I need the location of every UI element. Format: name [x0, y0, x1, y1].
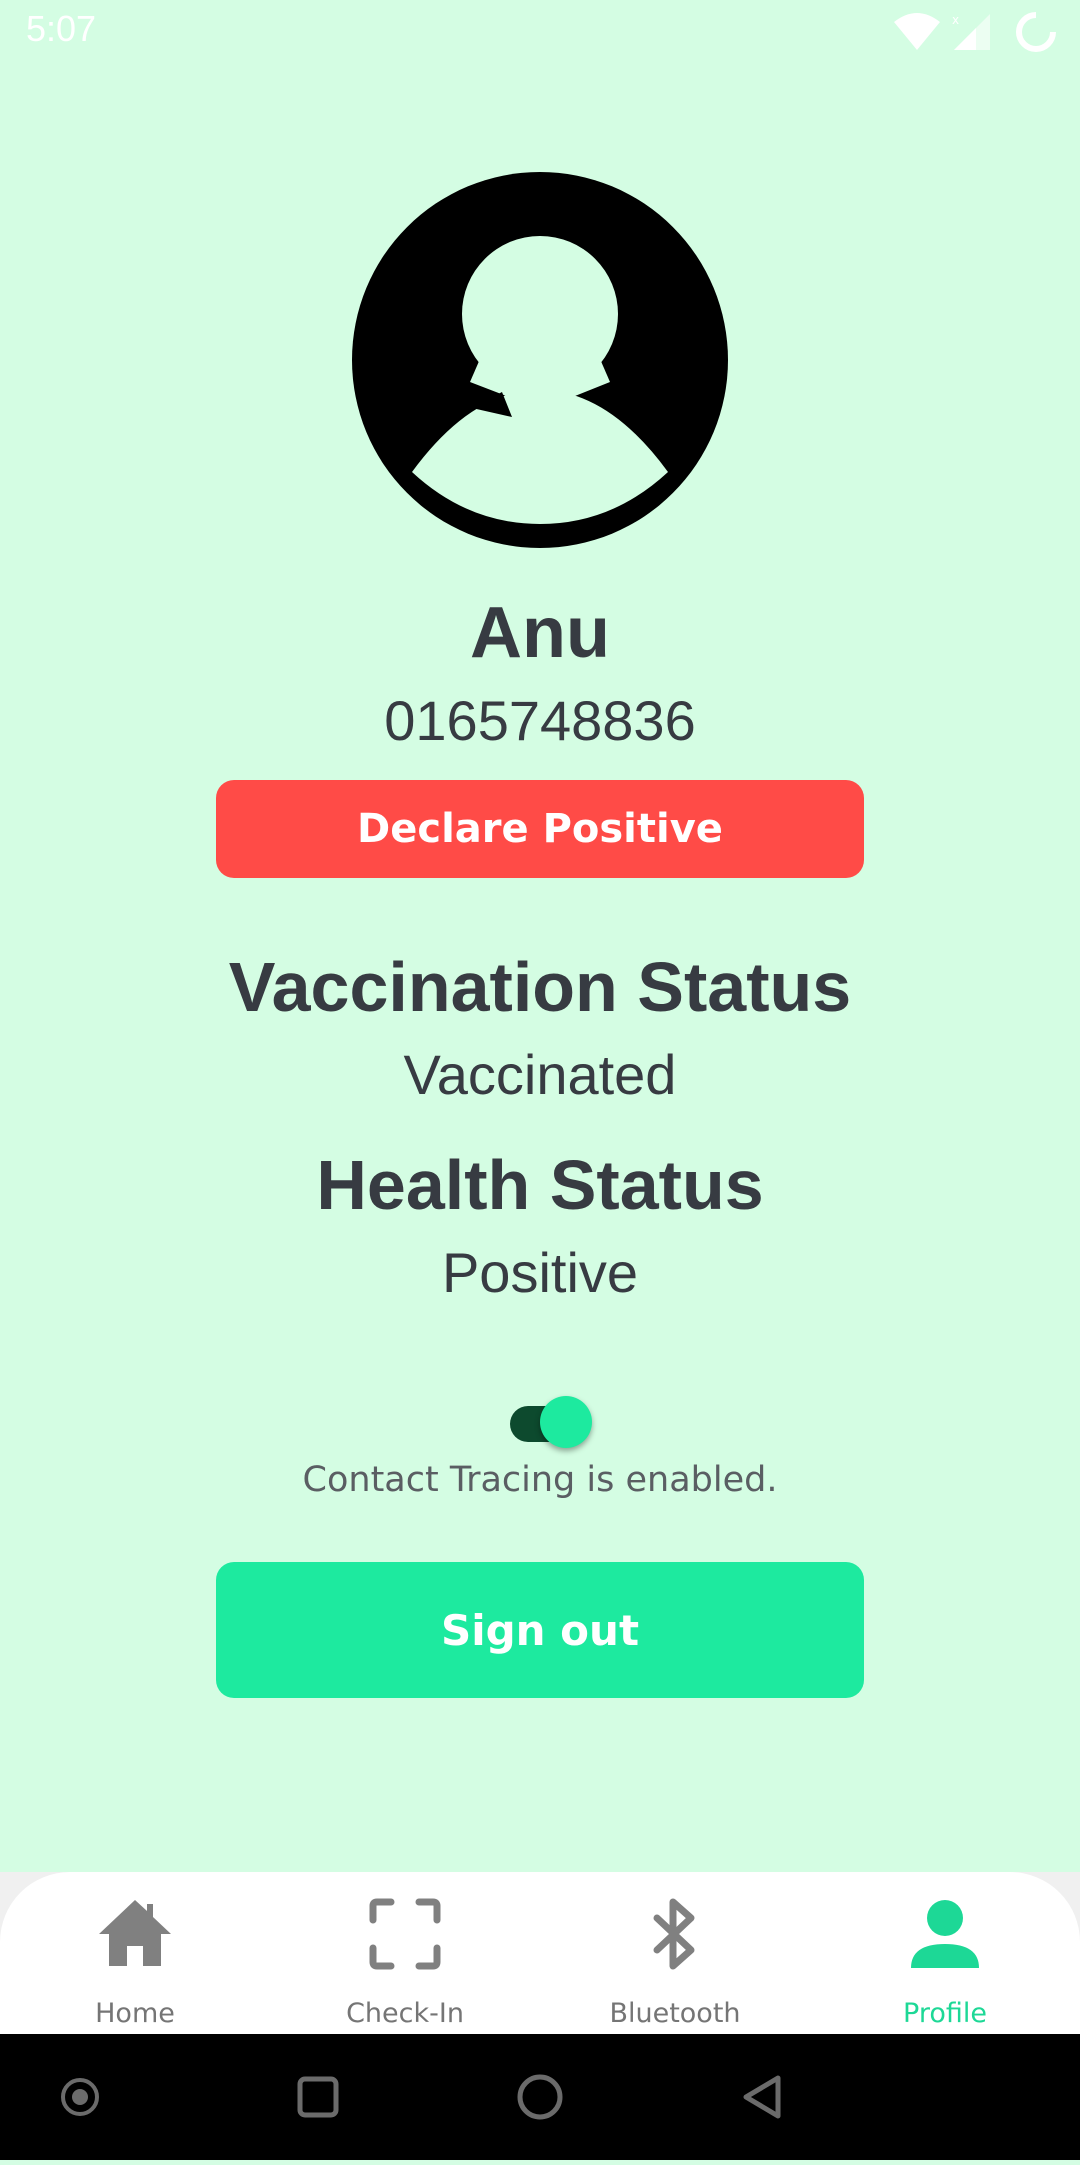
svg-text:x: x [952, 13, 959, 27]
system-back-button[interactable] [712, 2034, 812, 2160]
system-dot-button[interactable] [30, 2034, 130, 2160]
nav-profile[interactable]: Profile [810, 1872, 1080, 2034]
wifi-icon [894, 13, 940, 50]
bluetooth-icon [653, 1898, 695, 1970]
toggle-thumb [540, 1396, 592, 1448]
status-icons: x [892, 10, 1062, 54]
cell-signal-icon: x [952, 13, 990, 50]
contact-tracing-label: Contact Tracing is enabled. [302, 1460, 778, 1500]
nav-bluetooth[interactable]: Bluetooth [540, 1872, 810, 2034]
declare-positive-button[interactable]: Declare Positive [216, 780, 864, 878]
profile-phone: 0165748836 [384, 689, 696, 752]
system-recents-button[interactable] [268, 2034, 368, 2160]
person-avatar-icon [352, 172, 728, 548]
recents-square-icon [297, 2076, 339, 2118]
nav-home-label: Home [95, 1998, 175, 2029]
status-time: 5:07 [26, 8, 97, 49]
profile-name: Anu [470, 593, 610, 673]
status-bar: 5:07 x [0, 0, 1080, 62]
nav-check-in-label: Check-In [346, 1998, 464, 2029]
person-icon [911, 1900, 979, 1968]
nav-bluetooth-label: Bluetooth [609, 1998, 741, 2029]
home-icon [99, 1900, 171, 1966]
health-status-value: Positive [441, 1241, 639, 1304]
home-circle-icon [517, 2074, 563, 2120]
loading-icon [1016, 12, 1056, 52]
dot-button-icon [61, 2078, 99, 2116]
contact-tracing-toggle[interactable] [508, 1396, 592, 1448]
system-nav-bar [0, 2034, 1080, 2160]
nav-home[interactable]: Home [0, 1872, 270, 2034]
back-triangle-icon [743, 2075, 781, 2119]
vaccination-status-value: Vaccinated [403, 1043, 677, 1106]
sign-out-button[interactable]: Sign out [216, 1562, 864, 1698]
avatar [352, 172, 728, 548]
nav-profile-label: Profile [903, 1998, 987, 2029]
bottom-nav: Home Check-In Bluetooth Profile [0, 1872, 1080, 2034]
nav-check-in[interactable]: Check-In [270, 1872, 540, 2034]
vaccination-status-title: Vaccination Status [228, 948, 852, 1026]
scan-frame-icon [369, 1898, 441, 1970]
system-home-button[interactable] [490, 2034, 590, 2160]
health-status-title: Health Status [316, 1146, 764, 1224]
bottom-nav-bar: Home Check-In Bluetooth Profile [0, 1872, 1080, 2034]
